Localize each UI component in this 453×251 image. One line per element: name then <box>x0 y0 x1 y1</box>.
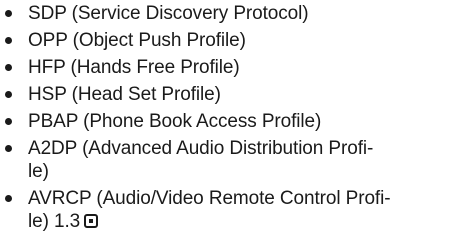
bullet-icon <box>5 37 12 44</box>
profile-label: HSP (Head Set Profile) <box>28 84 221 105</box>
profile-label: OPP (Object Push Profile) <box>28 30 246 51</box>
bullet-icon <box>5 64 12 71</box>
list-item: SDP (Service Discovery Protocol) <box>0 2 453 25</box>
end-of-section-icon <box>84 214 99 228</box>
bullet-icon <box>5 91 12 98</box>
bullet-icon <box>5 10 12 17</box>
bullet-icon <box>5 195 12 202</box>
list-item: HFP (Hands Free Profile) <box>0 56 453 79</box>
bullet-icon <box>5 118 12 125</box>
list-item: AVRCP (Audio/Video Remote Control Profi-… <box>0 187 453 233</box>
bullet-icon <box>5 145 12 152</box>
profile-label-line1: AVRCP (Audio/Video Remote Control Profi- <box>28 188 391 209</box>
list-item: PBAP (Phone Book Access Profile) <box>0 110 453 133</box>
profile-label-line2: le) <box>28 161 49 182</box>
list-item: OPP (Object Push Profile) <box>0 29 453 52</box>
profile-label: SDP (Service Discovery Protocol) <box>28 3 309 24</box>
list-item: A2DP (Advanced Audio Distribution Profi-… <box>0 137 453 183</box>
profile-label-line2: le) 1.3 <box>28 211 81 232</box>
profile-label-line2-wrap: le) 1.3 <box>28 210 453 233</box>
list-item: HSP (Head Set Profile) <box>0 83 453 106</box>
profile-label: PBAP (Phone Book Access Profile) <box>28 111 322 132</box>
profile-label-line1: A2DP (Advanced Audio Distribution Profi- <box>28 138 374 159</box>
profile-label: HFP (Hands Free Profile) <box>28 57 240 78</box>
profile-list: SDP (Service Discovery Protocol) OPP (Ob… <box>0 0 453 236</box>
